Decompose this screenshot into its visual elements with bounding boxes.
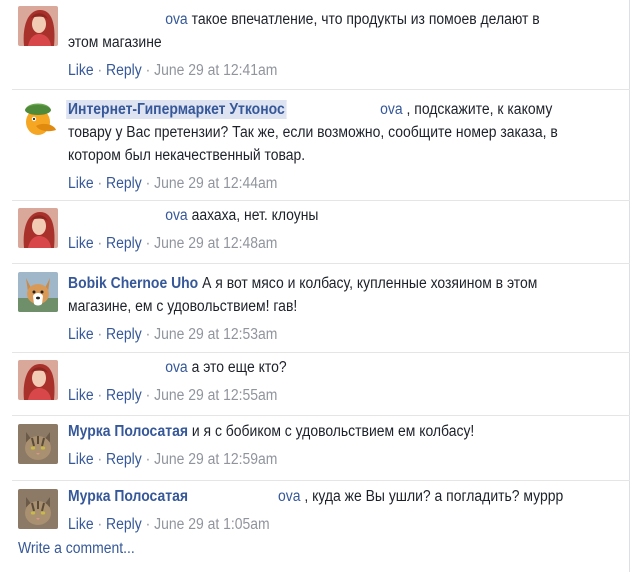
comment-divider xyxy=(12,352,630,353)
comment-timestamp[interactable]: June 29 at 12:41am xyxy=(154,62,277,79)
author-lastname-suffix[interactable]: ova xyxy=(165,207,188,224)
write-comment-input[interactable]: Write a comment... xyxy=(18,540,135,558)
comment-text-line: такое впечатление, что продукты из помое… xyxy=(191,11,540,28)
reply-link[interactable]: Reply xyxy=(106,516,142,533)
like-link[interactable]: Like xyxy=(68,516,94,533)
hidden-author-name xyxy=(68,207,166,224)
woman-redhair-avatar-icon xyxy=(18,208,58,248)
reply-link[interactable]: Reply xyxy=(106,387,142,404)
tabby-cat-avatar-icon xyxy=(18,424,58,464)
separator-dot: · xyxy=(145,62,151,79)
hidden-author-name xyxy=(68,11,166,28)
comment-divider xyxy=(12,263,630,264)
like-link[interactable]: Like xyxy=(68,62,94,79)
avatar[interactable] xyxy=(18,208,58,248)
comment-text-line: , куда же Вы ушли? а погладить? муррр xyxy=(304,488,564,505)
hidden-author-name xyxy=(68,359,166,376)
comment-timestamp[interactable]: June 29 at 12:44am xyxy=(154,175,277,192)
comment-text-line: котором был некачественный товар. xyxy=(68,147,306,164)
reply-link[interactable]: Reply xyxy=(106,451,142,468)
comment-thread: ova такое впечатление, что продукты из п… xyxy=(0,0,630,572)
tabby-cat-avatar-icon xyxy=(18,489,58,529)
comment-timestamp[interactable]: June 29 at 12:48am xyxy=(154,235,277,252)
separator-dot: · xyxy=(145,516,151,533)
separator-dot: · xyxy=(97,175,103,192)
reply-link[interactable]: Reply xyxy=(106,235,142,252)
comment-text-line: этом магазине xyxy=(68,34,162,51)
comment-timestamp[interactable]: June 29 at 12:53am xyxy=(154,326,277,343)
avatar[interactable] xyxy=(18,272,58,312)
comment-actions: Like · Reply · June 29 at 12:44am xyxy=(68,172,563,196)
hidden-author-name xyxy=(286,101,381,118)
separator-dot: · xyxy=(97,516,103,533)
avatar[interactable] xyxy=(18,424,58,464)
separator-dot: · xyxy=(145,235,151,252)
reply-link[interactable]: Reply xyxy=(106,326,142,343)
comment-divider xyxy=(12,200,630,201)
reply-link[interactable]: Reply xyxy=(106,62,142,79)
comment-timestamp[interactable]: June 29 at 1:05am xyxy=(154,516,270,533)
separator-dot: · xyxy=(145,387,151,404)
comment-actions: Like · Reply · June 29 at 12:55am xyxy=(68,384,563,408)
corgi-dog-avatar-icon xyxy=(18,272,58,312)
comment-actions: Like · Reply · June 29 at 12:53am xyxy=(68,323,563,347)
like-link[interactable]: Like xyxy=(68,175,94,192)
comment-actions: Like · Reply · June 29 at 12:41am xyxy=(68,59,563,83)
comment-text-line: аахаха, нет. клоуны xyxy=(191,207,319,224)
avatar[interactable] xyxy=(18,100,58,140)
separator-dot: · xyxy=(145,175,151,192)
separator-dot: · xyxy=(97,62,103,79)
comment-actions: Like · Reply · June 29 at 12:48am xyxy=(68,232,563,256)
comment-text-line: и я с бобиком с удовольствием ем колбасу… xyxy=(191,423,475,440)
reply-link[interactable]: Reply xyxy=(106,175,142,192)
separator-dot: · xyxy=(97,387,103,404)
utkonos-platypus-logo-icon xyxy=(18,100,58,140)
hidden-author-name xyxy=(187,488,278,505)
comment-actions: Like · Reply · June 29 at 1:05am xyxy=(68,513,563,537)
comment-text-line: магазине, ем с удовольствием! гав! xyxy=(68,298,298,315)
like-link[interactable]: Like xyxy=(68,387,94,404)
comment-author[interactable]: Bobik Chernoe Uho xyxy=(68,275,198,292)
comment-divider xyxy=(12,415,630,416)
like-link[interactable]: Like xyxy=(68,451,94,468)
comment-actions: Like · Reply · June 29 at 12:59am xyxy=(68,448,563,472)
separator-dot: · xyxy=(97,451,103,468)
comment-text-line: а это еще кто? xyxy=(191,359,287,376)
separator-dot: · xyxy=(97,235,103,252)
avatar[interactable] xyxy=(18,360,58,400)
avatar[interactable] xyxy=(18,489,58,529)
author-lastname-suffix[interactable]: ova xyxy=(380,101,403,118)
like-link[interactable]: Like xyxy=(68,326,94,343)
comment-author[interactable]: Мурка Полосатая xyxy=(68,423,188,440)
comment-text-line: , подскажите, к какому xyxy=(406,101,553,118)
comment-author[interactable]: Мурка Полосатая xyxy=(68,488,188,505)
woman-redhair-avatar-icon xyxy=(18,360,58,400)
comment-author[interactable]: Интернет-Гипермаркет Утконос xyxy=(66,100,287,119)
author-lastname-suffix[interactable]: ova xyxy=(278,488,301,505)
comment-divider xyxy=(12,89,630,90)
like-link[interactable]: Like xyxy=(68,235,94,252)
comment-timestamp[interactable]: June 29 at 12:55am xyxy=(154,387,277,404)
avatar[interactable] xyxy=(18,6,58,46)
comment-divider xyxy=(12,480,630,481)
separator-dot: · xyxy=(97,326,103,343)
comment-timestamp[interactable]: June 29 at 12:59am xyxy=(154,451,277,468)
comment-text-line: товару у Вас претензии? Так же, если воз… xyxy=(68,124,558,141)
comment-text-line: А я вот мясо и колбасу, купленные хозяин… xyxy=(202,275,538,292)
separator-dot: · xyxy=(145,451,151,468)
author-lastname-suffix[interactable]: ova xyxy=(165,11,188,28)
author-lastname-suffix[interactable]: ova xyxy=(165,359,188,376)
woman-redhair-avatar-icon xyxy=(18,6,58,46)
separator-dot: · xyxy=(145,326,151,343)
